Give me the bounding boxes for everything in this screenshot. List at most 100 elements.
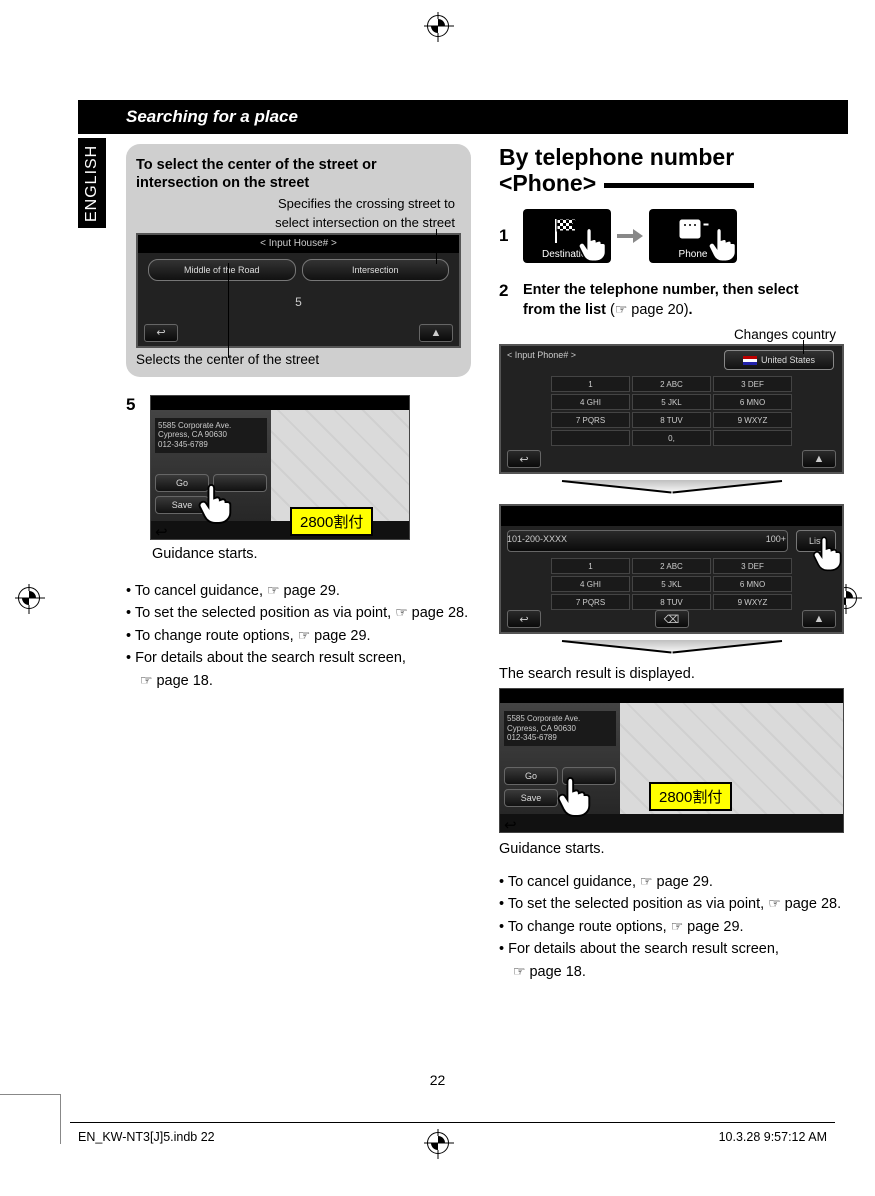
result-count: 100+ xyxy=(766,534,786,544)
house-number-value: 5 xyxy=(138,287,459,309)
print-mark-icon xyxy=(427,15,449,37)
map-icon: ▲ xyxy=(419,324,453,342)
list-item: To cancel guidance, page 29. xyxy=(126,580,471,602)
list-item: To set the selected position as via poin… xyxy=(499,893,844,915)
crop-mark-icon xyxy=(60,1094,61,1144)
save-button: Save xyxy=(504,789,558,807)
tap-hand-icon xyxy=(198,481,236,525)
country-button: United States xyxy=(724,350,834,370)
device-screenshot: 5585 Corporate Ave. Cypress, CA 90630 01… xyxy=(499,688,844,833)
keypad-key: 7 PQRS xyxy=(551,412,630,428)
map-icon: ▲ xyxy=(802,450,836,468)
list-item: For details about the search result scre… xyxy=(126,647,471,692)
address-box: 5585 Corporate Ave. Cypress, CA 90630 01… xyxy=(155,418,267,453)
go-button: Go xyxy=(504,767,558,785)
print-mark-icon xyxy=(427,1132,449,1154)
tap-hand-icon xyxy=(577,225,611,263)
step-number: 2 xyxy=(499,281,513,301)
callout-line-icon xyxy=(803,340,804,354)
keypad-key: 3 DEF xyxy=(713,376,792,392)
keypad-key: 8 TUV xyxy=(632,412,711,428)
caption-text: Guidance starts. xyxy=(152,546,471,562)
device-screenshot: 101-200-XXXX 100+ List 1 2 ABC 3 DEF 4 G… xyxy=(499,504,844,634)
zoom-icon xyxy=(809,816,839,830)
chevron-down-icon xyxy=(562,480,782,498)
pointer-icon xyxy=(671,919,687,935)
delete-icon: ⌫ xyxy=(655,610,689,628)
step-number: 5 xyxy=(126,395,140,415)
list-item: For details about the search result scre… xyxy=(499,938,844,983)
keypad-key: 6 MNO xyxy=(713,576,792,592)
callout-text: Selects the center of the street xyxy=(136,352,461,367)
list-item: To cancel guidance, page 29. xyxy=(499,871,844,893)
pointer-icon xyxy=(298,628,314,644)
language-tab: ENGLISH xyxy=(78,138,106,228)
caption-text: The search result is displayed. xyxy=(499,666,844,682)
keypad-key: 4 GHI xyxy=(551,576,630,592)
screen-title: < Input Phone# > xyxy=(507,350,576,360)
pointer-icon xyxy=(395,605,411,621)
crop-mark-icon xyxy=(0,1094,60,1095)
heading-text: By telephone number xyxy=(499,144,734,170)
pointer-icon xyxy=(615,302,631,318)
keypad-key: 6 MNO xyxy=(713,394,792,410)
address-line: Cypress, CA 90630 xyxy=(507,724,613,734)
list-item: To change route options, page 29. xyxy=(499,916,844,938)
pointer-icon xyxy=(640,874,656,890)
list-item: To change route options, page 29. xyxy=(126,625,471,647)
device-screenshot: < Input House# > Middle of the Road Inte… xyxy=(136,233,461,348)
back-icon: ↩ xyxy=(144,324,178,342)
keypad-key: 7 PQRS xyxy=(551,594,630,610)
back-icon: ↩ xyxy=(504,816,534,830)
pointer-icon xyxy=(140,673,156,689)
section-header: Searching for a place xyxy=(78,100,848,134)
callout-text: Changes country xyxy=(499,327,844,342)
list-item: To set the selected position as via poin… xyxy=(126,602,471,624)
address-line: 5585 Corporate Ave. xyxy=(158,421,264,431)
section-heading: By telephone number <Phone> xyxy=(499,144,844,197)
keypad-key: 9 WXYZ xyxy=(713,412,792,428)
footer-filename: EN_KW-NT3[J]5.indb 22 xyxy=(78,1130,215,1144)
step-number: 1 xyxy=(499,226,513,246)
zoom-icon xyxy=(375,523,405,537)
keypad-key: 9 WXYZ xyxy=(713,594,792,610)
bullet-list: To cancel guidance, page 29. To set the … xyxy=(499,871,844,983)
phone-pattern: 101-200-XXXX xyxy=(507,534,567,544)
callout-line-icon xyxy=(436,229,437,264)
chevron-down-icon xyxy=(562,640,782,658)
info-box: To select the center of the street or in… xyxy=(126,144,471,377)
tap-hand-icon xyxy=(707,225,741,263)
tap-hand-icon xyxy=(557,774,595,818)
info-box-title: To select the center of the street or in… xyxy=(136,156,461,192)
keypad-key: 4 GHI xyxy=(551,394,630,410)
pointer-icon xyxy=(768,896,784,912)
annotation-tag: 2800割付 xyxy=(290,507,373,536)
middle-of-road-button: Middle of the Road xyxy=(148,259,296,281)
right-column: By telephone number <Phone> 1 Destinatio… xyxy=(499,144,844,983)
address-line: 5585 Corporate Ave. xyxy=(507,714,613,724)
footer-timestamp: 10.3.28 9:57:12 AM xyxy=(719,1130,827,1144)
back-icon: ↩ xyxy=(507,610,541,628)
flag-icon xyxy=(743,356,757,365)
back-icon: ↩ xyxy=(507,450,541,468)
heading-rule-icon xyxy=(604,183,754,188)
keypad-key: 3 DEF xyxy=(713,558,792,574)
heading-text: <Phone> xyxy=(499,170,596,196)
callout-line-icon xyxy=(228,263,229,358)
step-instruction: Enter the telephone number, then select … xyxy=(523,281,799,321)
keypad-key: 5 JKL xyxy=(632,394,711,410)
intersection-button: Intersection xyxy=(302,259,450,281)
page-number: 22 xyxy=(430,1072,446,1088)
address-line: 012-345-6789 xyxy=(507,733,613,743)
screen-title: < Input House# > xyxy=(138,235,459,253)
print-mark-icon xyxy=(18,587,40,609)
pointer-icon xyxy=(513,964,529,980)
callout-text: select intersection on the street xyxy=(136,215,461,231)
device-screenshot: < Input Phone# > United States 1 2 ABC 3… xyxy=(499,344,844,474)
tap-hand-icon xyxy=(812,534,846,572)
keypad-key xyxy=(551,430,630,446)
pointer-icon xyxy=(267,583,283,599)
keypad-key: 8 TUV xyxy=(632,594,711,610)
address-line: Cypress, CA 90630 xyxy=(158,430,264,440)
left-column: To select the center of the street or in… xyxy=(126,144,471,983)
